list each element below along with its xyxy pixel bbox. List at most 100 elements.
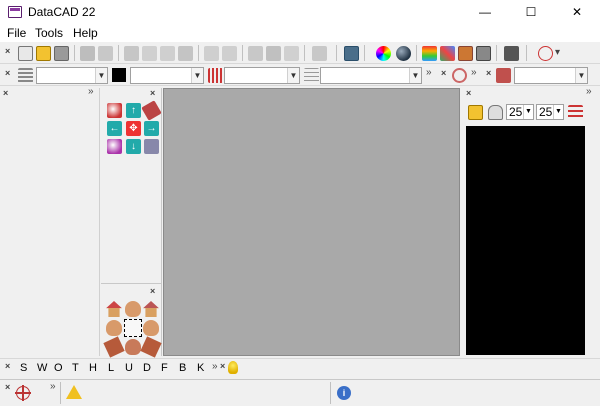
chevron-down-icon: ▼ xyxy=(409,68,421,83)
zoom-out-icon[interactable] xyxy=(107,139,122,154)
arrow-up-icon[interactable]: ↑ xyxy=(126,103,141,118)
menu-help[interactable]: Help xyxy=(73,26,98,40)
paste-special-icon[interactable] xyxy=(124,46,139,61)
undo-icon[interactable] xyxy=(204,46,219,61)
layer-combo[interactable]: ▼ xyxy=(36,67,108,84)
head-view-icon[interactable] xyxy=(125,301,141,317)
pan-tools-icon[interactable] xyxy=(144,139,159,154)
preview-window[interactable] xyxy=(466,126,585,355)
print-preview-icon[interactable] xyxy=(98,46,113,61)
new-file-icon[interactable] xyxy=(18,46,33,61)
snap-key-h[interactable]: H xyxy=(89,362,97,374)
snap-key-t[interactable]: T xyxy=(72,362,79,374)
close-button[interactable]: ✕ xyxy=(554,0,600,24)
select-view-icon[interactable] xyxy=(124,319,142,337)
zoom-extents-icon[interactable]: ✥ xyxy=(126,121,141,136)
symbol-icon[interactable] xyxy=(538,46,553,61)
datacad-app-icon xyxy=(8,6,22,18)
head-left-view-icon[interactable] xyxy=(106,320,122,336)
snap-key-f[interactable]: F xyxy=(161,362,168,374)
hatch-icon[interactable] xyxy=(458,46,473,61)
spin-value-2[interactable]: 25 ▼ xyxy=(536,104,564,120)
snap-key-u[interactable]: U xyxy=(125,362,133,374)
zoom-in-icon[interactable] xyxy=(107,103,122,118)
toolbar-close-icon[interactable]: × xyxy=(5,46,10,56)
panel-overflow-icon[interactable]: » xyxy=(88,86,94,97)
arrow-left-icon[interactable]: ← xyxy=(107,121,122,136)
list-settings-icon[interactable] xyxy=(568,105,583,120)
orbit-icon[interactable] xyxy=(452,68,467,83)
paste-icon[interactable] xyxy=(178,46,193,61)
left-dock-panel: × » xyxy=(0,86,100,356)
panel-close-icon[interactable]: × xyxy=(150,88,155,98)
weight-combo[interactable]: ▼ xyxy=(320,67,422,84)
rainbow-icon[interactable] xyxy=(422,46,437,61)
snap-key-k[interactable]: K xyxy=(197,362,204,374)
drawing-canvas[interactable] xyxy=(163,88,460,356)
toolbar-close-icon[interactable]: × xyxy=(220,361,225,371)
rotate-icon[interactable] xyxy=(312,46,327,61)
fill-icon[interactable] xyxy=(476,46,491,61)
linetype-combo[interactable]: ▼ xyxy=(130,67,204,84)
redo-icon[interactable] xyxy=(222,46,237,61)
layer-set-icon[interactable] xyxy=(266,46,281,61)
toolbar-close-icon[interactable]: × xyxy=(441,68,446,78)
toolbar-close-icon[interactable]: × xyxy=(5,68,10,78)
spin-value-1[interactable]: 25 ▼ xyxy=(506,104,534,120)
cut-icon[interactable] xyxy=(142,46,157,61)
arrow-down-icon[interactable]: ↓ xyxy=(126,139,141,154)
open-folder-icon[interactable] xyxy=(468,105,483,120)
panel-close-icon[interactable]: × xyxy=(466,88,471,98)
toolbar-close-icon[interactable]: × xyxy=(486,68,491,78)
toolbar-overflow-icon[interactable]: » xyxy=(426,67,432,78)
head-right-view-icon[interactable] xyxy=(143,320,159,336)
snap-key-s[interactable]: S xyxy=(20,362,27,374)
palette-icon[interactable] xyxy=(440,46,455,61)
stack-icon[interactable] xyxy=(344,46,359,61)
head-back-view-icon[interactable] xyxy=(125,339,141,355)
panel-overflow-icon[interactable]: » xyxy=(586,86,592,97)
roof-side-view-icon[interactable] xyxy=(140,336,162,358)
chevron-down-icon[interactable]: ▾ xyxy=(555,47,560,58)
lightbulb-icon[interactable] xyxy=(228,361,238,374)
maximize-button[interactable]: ☐ xyxy=(508,0,554,24)
settings-icon[interactable] xyxy=(504,46,519,61)
snap-icon[interactable] xyxy=(284,46,299,61)
panel-close-icon[interactable]: × xyxy=(3,88,8,98)
panel-close-icon[interactable]: × xyxy=(150,286,155,296)
toolbar-overflow-icon[interactable]: » xyxy=(212,361,218,372)
status-overflow-icon[interactable]: » xyxy=(50,381,56,392)
crosshair-icon[interactable] xyxy=(15,385,31,401)
snap-key-w[interactable]: W xyxy=(37,362,47,374)
menu-file[interactable]: File xyxy=(7,26,26,40)
lock-icon[interactable] xyxy=(488,105,503,120)
print-icon[interactable] xyxy=(80,46,95,61)
tool-palette-panel: × ↑ ← ✥ → ↓ × xyxy=(101,88,162,358)
snap-key-l[interactable]: L xyxy=(108,362,114,374)
open-folder-icon[interactable] xyxy=(36,46,51,61)
snap-key-b[interactable]: B xyxy=(179,362,186,374)
toolbar-close-icon[interactable]: × xyxy=(5,361,10,371)
house-side-view-icon[interactable] xyxy=(143,301,159,317)
pattern-combo[interactable]: ▼ xyxy=(224,67,300,84)
toolbar-close-icon[interactable]: × xyxy=(5,382,10,392)
pencil-icon[interactable] xyxy=(141,100,162,121)
house-view-icon[interactable] xyxy=(106,301,122,317)
snap-key-o[interactable]: O xyxy=(54,362,63,374)
arrow-right-icon[interactable]: → xyxy=(144,121,159,136)
line-weight-icon xyxy=(304,68,319,83)
toolbar-separator xyxy=(304,45,305,61)
copy-icon[interactable] xyxy=(160,46,175,61)
material-combo[interactable]: ▼ xyxy=(514,67,588,84)
minimize-button[interactable]: — xyxy=(462,0,508,24)
sphere-icon[interactable] xyxy=(396,46,411,61)
info-icon[interactable]: i xyxy=(337,386,351,400)
toolbar-overflow-icon[interactable]: » xyxy=(471,67,477,78)
color-swatch[interactable] xyxy=(112,68,126,82)
color-wheel-icon[interactable] xyxy=(376,46,391,61)
layer-icon[interactable] xyxy=(248,46,263,61)
menu-tools[interactable]: Tools xyxy=(35,26,63,40)
snap-key-d[interactable]: D xyxy=(143,362,151,374)
save-icon[interactable] xyxy=(54,46,69,61)
roof-view-icon[interactable] xyxy=(103,336,125,358)
